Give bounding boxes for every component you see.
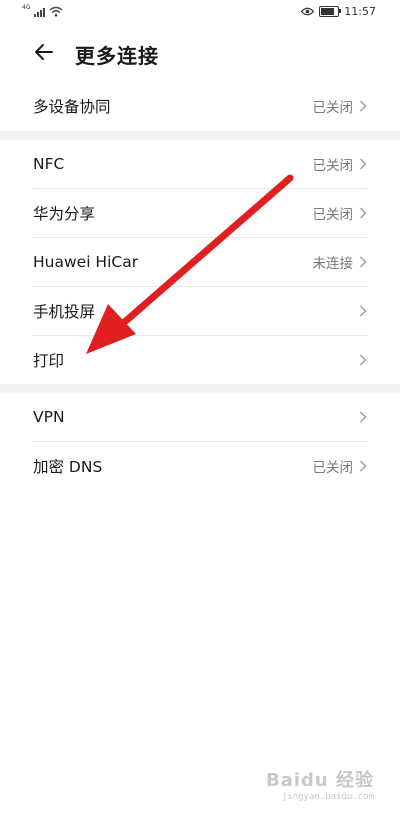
status-time: 11:57	[344, 5, 376, 18]
chevron-right-icon	[360, 100, 367, 112]
chevron-right-icon	[360, 256, 367, 268]
list-item-status: 已关闭	[312, 100, 354, 116]
chevron-right-icon	[360, 411, 367, 423]
chevron-right-icon	[360, 305, 367, 317]
list-item-status: 已关闭	[312, 207, 354, 223]
list-item-label: NFC	[33, 155, 65, 173]
status-bar: 4G 11:57	[0, 0, 400, 26]
wifi-icon	[50, 6, 63, 17]
chevron-right-icon	[360, 354, 367, 366]
list-item-print[interactable]: 打印	[33, 336, 367, 384]
eye-icon	[301, 7, 315, 16]
signal-icon	[34, 7, 46, 17]
list-item-encrypted-dns[interactable]: 加密 DNS 已关闭	[33, 442, 367, 490]
battery-icon	[319, 6, 342, 17]
section-gap	[0, 384, 400, 393]
list-item-nfc[interactable]: NFC 已关闭	[33, 140, 367, 188]
page-title: 更多连接	[75, 44, 159, 68]
list-item-label: VPN	[33, 408, 65, 426]
section-gap	[0, 131, 400, 140]
list-item-huawei-share[interactable]: 华为分享 已关闭	[33, 189, 367, 237]
list-item-status: 已关闭	[312, 158, 354, 174]
list-item-label: 手机投屏	[33, 303, 96, 321]
watermark: Baidu 经验 jingyan.baidu.com	[266, 766, 374, 802]
chevron-right-icon	[360, 158, 367, 170]
chevron-right-icon	[360, 460, 367, 472]
watermark-brand: Baidu 经验	[265, 770, 374, 791]
back-arrow-icon[interactable]	[32, 40, 56, 64]
list-item-vpn[interactable]: VPN	[33, 393, 367, 441]
network-type: 4G	[22, 4, 31, 11]
list-item-label: Huawei HiCar	[33, 253, 139, 271]
list-item-hicar[interactable]: Huawei HiCar 未连接	[33, 238, 367, 286]
list-item-label: 加密 DNS	[33, 458, 103, 476]
list-item-label: 华为分享	[33, 205, 96, 223]
list-item-label: 多设备协同	[33, 98, 111, 116]
list-item-screen-projection[interactable]: 手机投屏	[33, 287, 367, 335]
watermark-url: jingyan.baidu.com	[281, 792, 374, 802]
list-item-label: 打印	[33, 352, 65, 370]
chevron-right-icon	[360, 207, 367, 219]
list-item-status: 未连接	[312, 256, 354, 272]
app-header: 更多连接	[0, 26, 400, 82]
list-item-status: 已关闭	[312, 460, 354, 476]
list-item-multi-device[interactable]: 多设备协同 已关闭	[33, 82, 367, 130]
